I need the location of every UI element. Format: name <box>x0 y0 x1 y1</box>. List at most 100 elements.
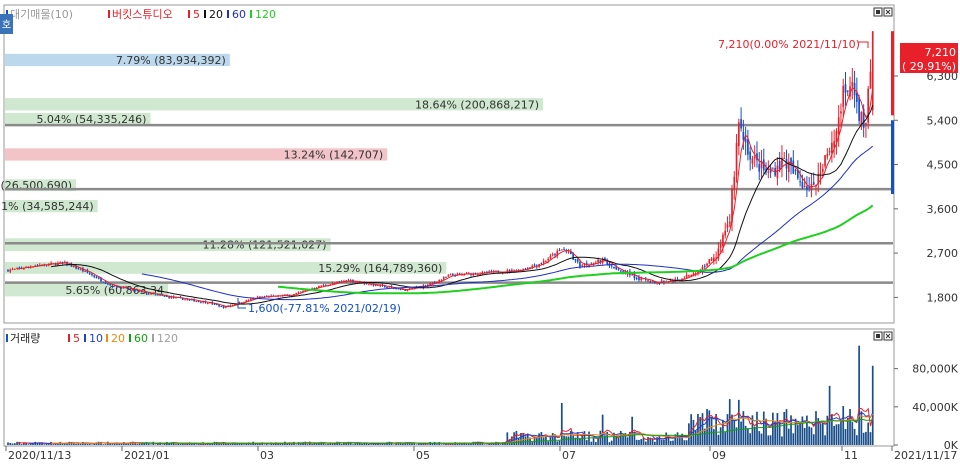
volume-bar <box>627 437 629 445</box>
volume-bar <box>28 444 30 445</box>
candle-body <box>323 285 325 286</box>
volume-bar <box>91 444 93 445</box>
low-annotation-text: 1,600(-77.81% 2021/02/19) <box>248 302 401 315</box>
left-tab[interactable]: 호 <box>0 14 13 34</box>
volume-bar <box>858 346 860 445</box>
volume-bar <box>808 427 810 445</box>
volume-bar <box>747 428 749 445</box>
volume-bar <box>264 444 266 445</box>
volume-bar <box>706 409 708 445</box>
volume-bar <box>870 432 872 445</box>
volume-bar <box>64 444 66 445</box>
candle-body <box>795 170 797 171</box>
volume-bar <box>686 440 688 445</box>
volume-bar <box>636 440 638 445</box>
volume-bar <box>370 444 372 445</box>
chart-svg: 7.79% (83,934,392)18.64% (200,868,217)5.… <box>0 0 960 463</box>
price-axis-label: 5,400 <box>927 114 959 127</box>
price-axis-label: 4,500 <box>927 159 959 172</box>
volume-bar <box>230 444 232 445</box>
candle-body <box>754 157 756 159</box>
candle-body <box>62 262 64 263</box>
candle-body <box>9 270 11 272</box>
volume-bar <box>663 440 665 445</box>
candle-body <box>851 82 853 87</box>
volume-bar <box>677 432 679 445</box>
price-panel-close-icon[interactable] <box>884 8 892 16</box>
candle-body <box>298 292 300 293</box>
candle-body <box>354 282 356 283</box>
candle-body <box>804 186 806 187</box>
candle-body <box>198 301 200 302</box>
ma20-legend: 20 <box>209 8 223 21</box>
candle-body <box>575 259 577 260</box>
volume-bar <box>609 442 611 445</box>
ma120-legend: 120 <box>255 8 276 21</box>
candle-body <box>561 249 563 250</box>
volume-panel-close-icon[interactable] <box>884 332 892 340</box>
candle-body <box>783 158 785 159</box>
candle-body <box>802 182 804 188</box>
candle-body <box>109 284 111 285</box>
volume-bar <box>21 444 23 445</box>
volume-bar <box>105 444 107 445</box>
volume-bar <box>770 435 772 445</box>
volume-bar <box>48 444 50 445</box>
volume-bar <box>563 436 565 445</box>
volume-panel-restore-icon[interactable] <box>874 332 882 340</box>
candle-body <box>752 158 754 163</box>
candle-body <box>740 119 742 128</box>
candle-body <box>840 111 842 113</box>
price-axis-label: 1,800 <box>927 291 959 304</box>
candle-body <box>295 293 297 294</box>
volume-profile-label: 15.29% (164,789,360) <box>318 262 442 275</box>
volume-bar <box>482 444 484 445</box>
candle-body <box>93 275 95 277</box>
vol-ma5-legend: 5 <box>73 332 80 345</box>
candle-body <box>164 296 166 297</box>
volume-bar <box>7 442 9 445</box>
volume-bar <box>602 415 604 445</box>
candle-body <box>450 274 452 275</box>
volume-bar <box>541 432 543 445</box>
candle-body <box>736 143 738 176</box>
vol-ma20-legend: 20 <box>111 332 125 345</box>
candle-body <box>73 266 75 267</box>
candle-body <box>822 169 824 172</box>
candle-body <box>870 72 872 89</box>
candle-body <box>829 151 831 152</box>
price-panel-restore-icon[interactable] <box>874 8 882 16</box>
candle-body <box>220 306 222 307</box>
candle-body <box>847 91 849 92</box>
volume-bar <box>12 443 14 445</box>
left-tab-label: 호 <box>2 19 11 31</box>
volume-bar <box>143 443 145 445</box>
volume-bar <box>838 424 840 445</box>
candle-body <box>534 265 536 266</box>
candle-body <box>613 267 615 268</box>
candle-body <box>78 268 80 269</box>
volume-bar <box>148 444 150 445</box>
candle-body <box>861 112 863 125</box>
volume-bar <box>815 411 817 445</box>
candle-body <box>749 152 751 160</box>
candle-body <box>332 283 334 284</box>
candle-body <box>747 139 749 154</box>
volume-bar <box>220 444 222 445</box>
candle-body <box>706 264 708 266</box>
volume-bar <box>354 444 356 445</box>
volume-bar <box>325 444 327 445</box>
volume-bar <box>368 444 370 445</box>
candle-body <box>777 166 779 179</box>
volume-bar <box>788 429 790 445</box>
candle-body <box>652 282 654 283</box>
volume-bar <box>43 444 45 445</box>
volume-bar <box>804 428 806 445</box>
volume-bar <box>579 439 581 445</box>
volume-bar <box>255 444 257 445</box>
ma5-legend: 5 <box>193 8 200 21</box>
candle-body <box>563 249 565 250</box>
volume-bar <box>695 431 697 445</box>
volume-bar <box>80 444 82 445</box>
volume-bar <box>62 444 64 445</box>
